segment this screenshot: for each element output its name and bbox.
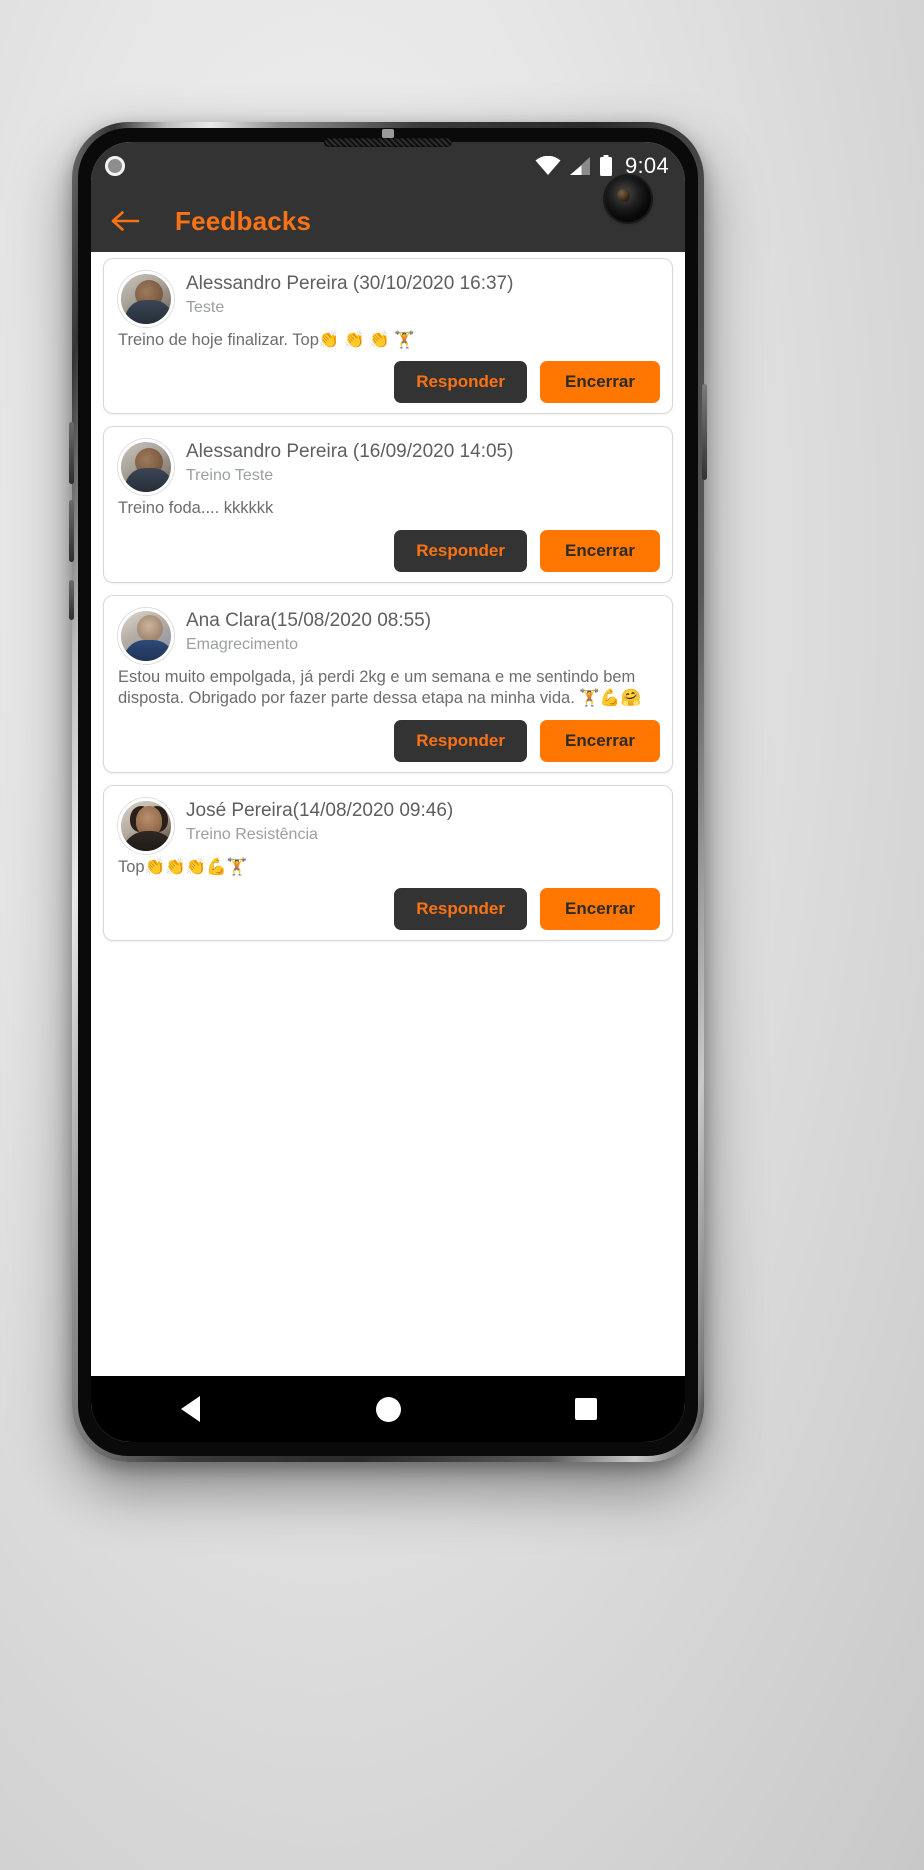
avatar [118, 797, 174, 854]
battery-icon [599, 155, 612, 176]
feedback-text-block: Alessandro Pereira (30/10/2020 16:37) Te… [186, 271, 660, 317]
feedback-header: Alessandro Pereira (30/10/2020 16:37) Te… [118, 271, 660, 327]
app-bar: Feedbacks [91, 190, 685, 252]
reply-button[interactable]: Responder [394, 361, 527, 404]
feedback-actions: Responder Encerrar [118, 361, 660, 404]
feedback-message: Treino foda.... kkkkkk [118, 499, 274, 518]
close-button[interactable]: Encerrar [540, 361, 660, 404]
assistant-button[interactable] [69, 580, 74, 620]
feedback-actions: Responder Encerrar [118, 888, 660, 931]
reply-button[interactable]: Responder [394, 888, 527, 931]
feedback-author: Ana Clara(15/08/2020 08:55) [186, 609, 432, 631]
feedback-card[interactable]: Alessandro Pereira (30/10/2020 16:37) Te… [103, 258, 673, 415]
feedback-message: Treino de hoje finalizar. Top👏 👏 👏 🏋️ [118, 331, 415, 349]
feedback-author: José Pereira(14/08/2020 09:46) [186, 799, 454, 821]
notification-dot-icon [105, 156, 125, 176]
volume-down-button[interactable] [69, 500, 74, 562]
wifi-icon [535, 156, 561, 175]
power-button[interactable] [702, 384, 707, 480]
feedback-header: Alessandro Pereira (16/09/2020 14:05) Tr… [118, 439, 660, 496]
avatar [118, 271, 174, 327]
recents-square-icon[interactable] [551, 1389, 621, 1429]
feedback-header: José Pereira(14/08/2020 09:46) Treino Re… [118, 797, 660, 854]
phone-device-frame: 9:04 Feedbacks Alessandro Pereira (30/10… [69, 122, 707, 1462]
status-bar-clock: 9:04 [624, 153, 669, 178]
phone-screen: 9:04 Feedbacks Alessandro Pereira (30/10… [91, 142, 685, 1442]
reply-button[interactable]: Responder [394, 719, 527, 762]
phone-bezel: 9:04 Feedbacks Alessandro Pereira (30/10… [78, 128, 698, 1456]
status-bar-indicators: 9:04 [535, 153, 669, 179]
earpiece-speaker-icon [324, 138, 452, 147]
feedback-card[interactable]: Ana Clara(15/08/2020 08:55) Emagreciment… [103, 594, 673, 773]
feedback-header: Ana Clara(15/08/2020 08:55) Emagreciment… [118, 607, 660, 664]
feedback-card[interactable]: Alessandro Pereira (16/09/2020 14:05) Tr… [103, 426, 673, 583]
feedback-subject: Emagrecimento [186, 635, 299, 653]
front-camera-icon [605, 176, 651, 222]
volume-up-button[interactable] [69, 422, 74, 484]
android-navigation-bar [91, 1376, 685, 1442]
close-button[interactable]: Encerrar [540, 888, 660, 931]
feedback-actions: Responder Encerrar [118, 719, 660, 762]
home-circle-icon[interactable] [353, 1389, 423, 1429]
feedback-actions: Responder Encerrar [118, 529, 660, 572]
status-bar: 9:04 [91, 142, 685, 222]
feedback-author: Alessandro Pereira (30/10/2020 16:37) [186, 273, 514, 294]
feedback-text-block: Ana Clara(15/08/2020 08:55) Emagreciment… [186, 608, 660, 654]
feedback-text-block: Alessandro Pereira (16/09/2020 14:05) Tr… [186, 439, 660, 485]
reply-button[interactable]: Responder [394, 529, 527, 572]
feedback-message: Estou muito empolgada, já perdi 2kg e um… [118, 667, 641, 708]
feedback-message: Top👏👏👏💪🏋️ [118, 857, 248, 876]
feedback-list[interactable]: Alessandro Pereira (30/10/2020 16:37) Te… [91, 252, 685, 1376]
page-title: Feedbacks [175, 205, 312, 236]
avatar [118, 439, 174, 496]
proximity-sensor-icon [382, 129, 394, 138]
feedback-author: Alessandro Pereira (16/09/2020 14:05) [186, 441, 514, 463]
feedback-subject: Treino Teste [186, 467, 274, 485]
feedback-subject: Teste [186, 299, 225, 316]
feedback-subject: Treino Resistência [186, 825, 318, 843]
feedback-text-block: José Pereira(14/08/2020 09:46) Treino Re… [186, 798, 660, 844]
close-button[interactable]: Encerrar [540, 719, 660, 762]
back-triangle-icon[interactable] [155, 1389, 225, 1429]
avatar [118, 607, 174, 664]
arrow-left-icon[interactable] [109, 204, 143, 238]
close-button[interactable]: Encerrar [540, 529, 660, 572]
feedback-card[interactable]: José Pereira(14/08/2020 09:46) Treino Re… [103, 784, 673, 942]
cellular-signal-icon [569, 157, 590, 175]
